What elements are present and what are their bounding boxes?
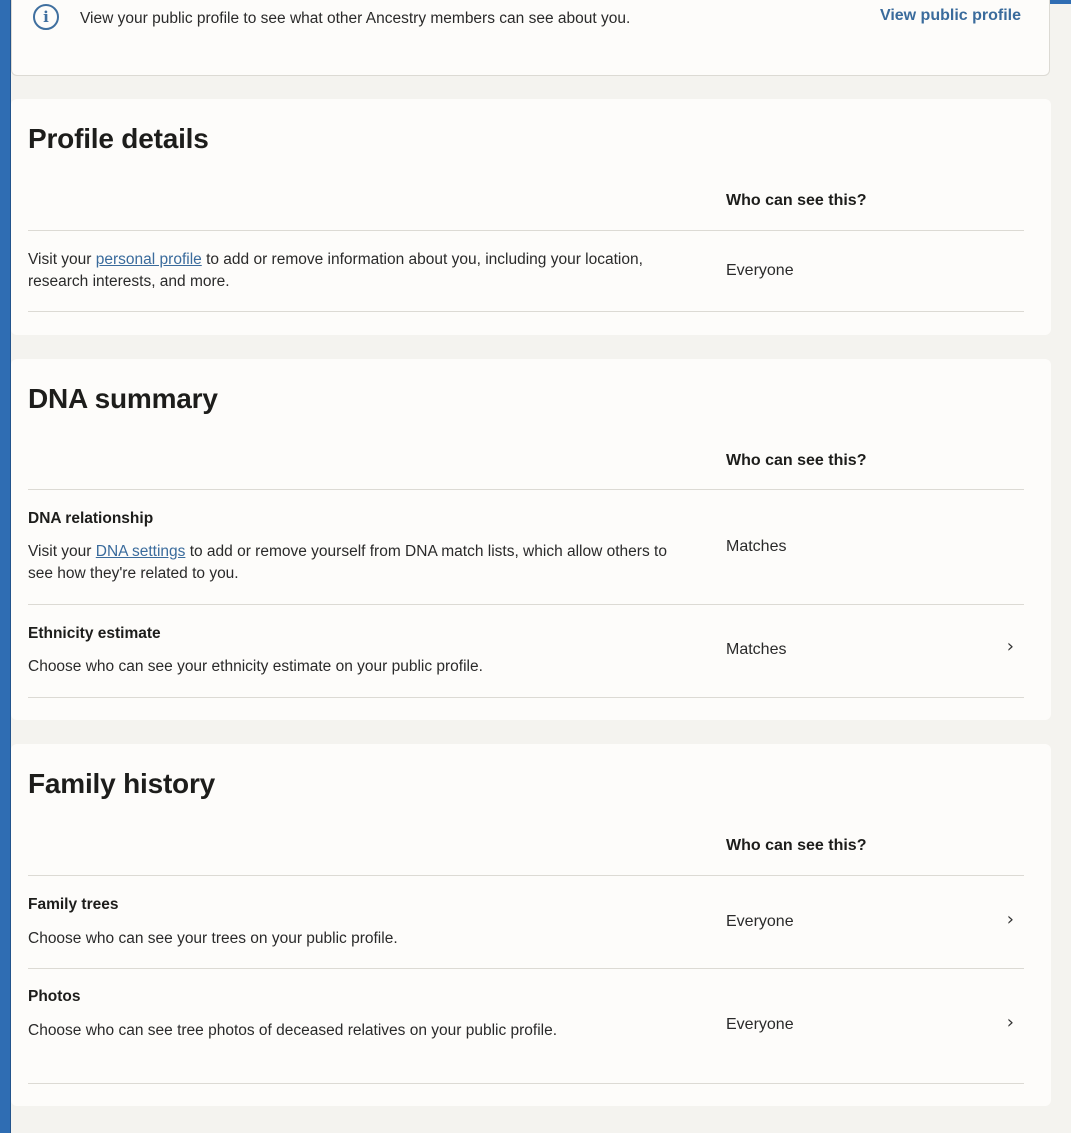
dna-relationship-desc: Visit your DNA settings to add or remove…: [28, 543, 667, 582]
profile-details-card: Profile details Who can see this? Visit …: [11, 99, 1051, 335]
view-public-profile-link[interactable]: View public profile: [880, 7, 1021, 25]
divider: [28, 1083, 1024, 1084]
dna-relationship-row: DNA relationship Visit your DNA settings…: [28, 490, 1024, 604]
family-trees-row[interactable]: Family trees Choose who can see your tre…: [28, 876, 1024, 968]
personal-profile-link[interactable]: personal profile: [96, 251, 202, 268]
public-profile-banner: i View your public profile to see what o…: [11, 0, 1050, 76]
dna-summary-title: DNA summary: [28, 383, 218, 414]
family-trees-visibility: Everyone: [726, 913, 794, 930]
family-trees-title: Family trees: [28, 896, 119, 913]
dna-relationship-visibility: Matches: [726, 538, 787, 555]
dna-summary-column-header: Who can see this?: [726, 452, 867, 469]
dna-summary-card: DNA summary Who can see this? DNA relati…: [11, 359, 1051, 720]
divider: [28, 697, 1024, 698]
chevron-right-icon[interactable]: ›: [1007, 909, 1014, 930]
dna-settings-link[interactable]: DNA settings: [96, 543, 186, 560]
window-frame-left: [0, 0, 11, 1133]
profile-details-desc: Visit your personal profile to add or re…: [28, 251, 643, 290]
profile-details-row: Visit your personal profile to add or re…: [28, 231, 1024, 311]
family-trees-desc: Choose who can see your trees on your pu…: [28, 930, 398, 947]
dna-relationship-title: DNA relationship: [28, 510, 154, 527]
profile-details-column-header: Who can see this?: [726, 192, 867, 209]
photos-desc: Choose who can see tree photos of deceas…: [28, 1022, 558, 1039]
chevron-right-icon[interactable]: ›: [1007, 1012, 1014, 1033]
photos-visibility: Everyone: [726, 1016, 794, 1033]
ethnicity-estimate-visibility: Matches: [726, 641, 787, 658]
ethnicity-estimate-row[interactable]: Ethnicity estimate Choose who can see yo…: [28, 605, 1024, 697]
chevron-right-icon[interactable]: ›: [1007, 636, 1014, 657]
photos-row[interactable]: Photos Choose who can see tree photos of…: [28, 969, 1024, 1083]
ethnicity-estimate-title: Ethnicity estimate: [28, 625, 161, 642]
banner-text: View your public profile to see what oth…: [80, 10, 631, 27]
info-icon: i: [33, 4, 59, 30]
family-history-column-header: Who can see this?: [726, 837, 867, 854]
divider: [28, 311, 1024, 312]
profile-details-visibility: Everyone: [726, 262, 794, 279]
photos-title: Photos: [28, 988, 81, 1005]
ethnicity-estimate-desc: Choose who can see your ethnicity estima…: [28, 658, 483, 675]
profile-details-title: Profile details: [28, 123, 209, 154]
family-history-card: Family history Who can see this? Family …: [11, 744, 1051, 1106]
family-history-title: Family history: [28, 768, 216, 799]
privacy-settings-content: i View your public profile to see what o…: [11, 0, 1071, 1133]
